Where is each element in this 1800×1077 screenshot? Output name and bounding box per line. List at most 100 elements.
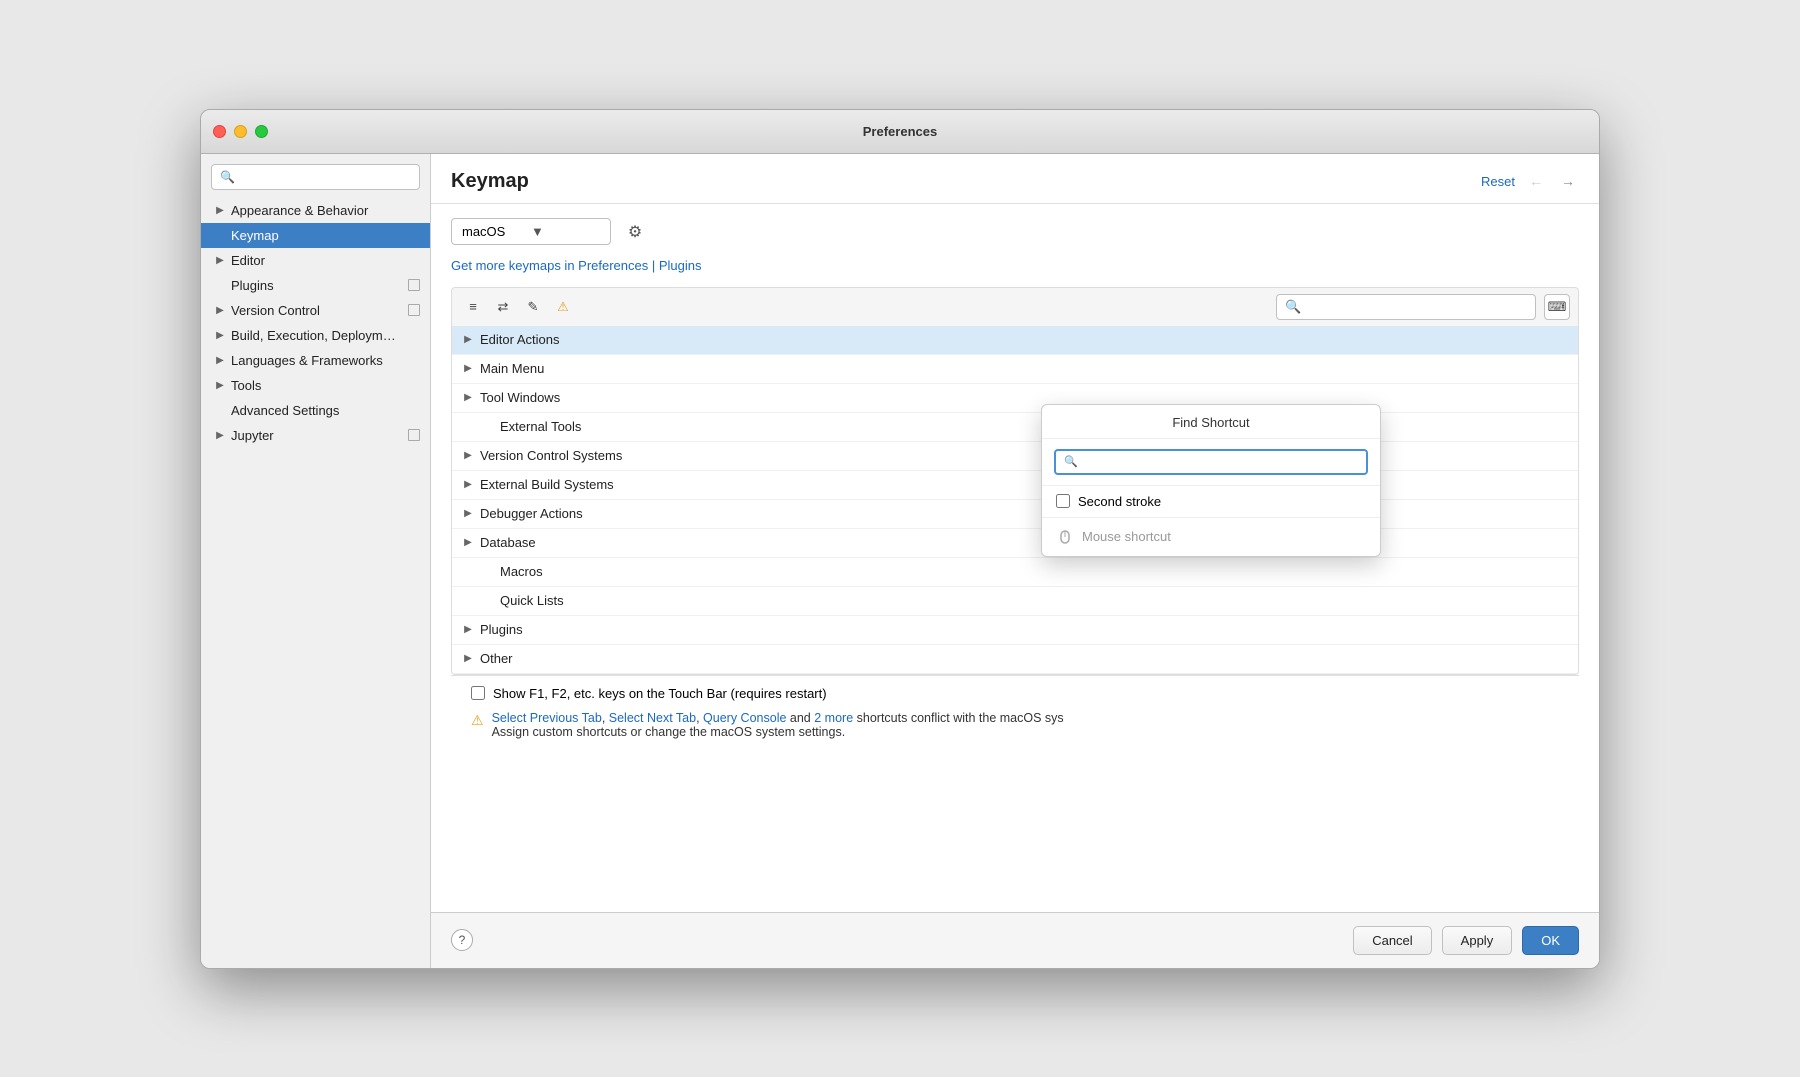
chevron-spacer [480, 564, 496, 580]
sidebar-item-keymap[interactable]: Keymap [201, 223, 430, 248]
tree-item-editor-actions[interactable]: ▶ Editor Actions [452, 326, 1578, 355]
chevron-right-icon: ▶ [213, 303, 227, 317]
sidebar-item-version-control[interactable]: ▶ Version Control [201, 298, 430, 323]
chevron-right-icon: ▶ [460, 361, 476, 377]
page-badge-icon [408, 304, 420, 316]
sidebar-item-jupyter[interactable]: ▶ Jupyter [201, 423, 430, 448]
mouse-icon [1056, 528, 1074, 546]
chevron-right-icon: ▶ [460, 622, 476, 638]
touchbar-checkbox[interactable] [471, 686, 485, 700]
cancel-button[interactable]: Cancel [1353, 926, 1431, 955]
chevron-spacer [213, 403, 227, 417]
sidebar-item-tools[interactable]: ▶ Tools [201, 373, 430, 398]
keymap-row: macOS ▼ ⚙ [451, 218, 1579, 246]
gear-button[interactable]: ⚙ [621, 218, 649, 246]
chevron-right-icon: ▶ [460, 448, 476, 464]
plugins-link[interactable]: Get more keymaps in Preferences | Plugin… [451, 258, 1579, 273]
expand-all-icon: ⇄ [498, 299, 509, 315]
sidebar-item-label: Plugins [231, 278, 404, 293]
sidebar-item-label: Jupyter [231, 428, 404, 443]
tree-item-plugins[interactable]: ▶ Plugins [452, 616, 1578, 645]
keymap-toolbar: ≡ ⇄ ✎ ⚠ 🔍 [451, 287, 1579, 326]
popup-search-field[interactable]: 🔍 [1054, 449, 1368, 475]
tree-item-label: External Tools [500, 419, 581, 434]
main-body: macOS ▼ ⚙ Get more keymaps in Preference… [431, 204, 1599, 912]
footer-left: ? [451, 929, 473, 951]
touchbar-label: Show F1, F2, etc. keys on the Touch Bar … [493, 686, 827, 701]
apply-button[interactable]: Apply [1442, 926, 1513, 955]
warning-link-more[interactable]: 2 more [814, 711, 853, 725]
preferences-window: Preferences ▶ Appearance & Behavior Keym… [200, 109, 1600, 969]
sidebar-item-label: Advanced Settings [231, 403, 420, 418]
tree-item-label: Debugger Actions [480, 506, 583, 521]
tree-item-debugger-actions[interactable]: ▶ Debugger Actions [452, 500, 1578, 529]
sidebar-item-label: Languages & Frameworks [231, 353, 420, 368]
ok-button[interactable]: OK [1522, 926, 1579, 955]
tree-item-label: Main Menu [480, 361, 544, 376]
footer-right: Cancel Apply OK [1353, 926, 1579, 955]
chevron-right-icon: ▶ [213, 428, 227, 442]
find-shortcut-icon: ⌨ [1548, 299, 1567, 315]
tree-item-tool-windows[interactable]: ▶ Tool Windows [452, 384, 1578, 413]
chevron-right-icon: ▶ [460, 506, 476, 522]
keymap-search-field[interactable]: 🔍 [1276, 294, 1536, 320]
mouse-shortcut-row[interactable]: Mouse shortcut [1042, 518, 1380, 556]
dropdown-arrow-icon: ▼ [531, 224, 600, 239]
warning-link-query-console[interactable]: Query Console [703, 711, 786, 725]
popup-search-input[interactable] [1082, 455, 1358, 469]
find-shortcut-button[interactable]: ⌨ [1544, 294, 1570, 320]
tree-item-other[interactable]: ▶ Other [452, 645, 1578, 674]
touchbar-checkbox-row: Show F1, F2, etc. keys on the Touch Bar … [471, 686, 1559, 701]
tree-item-macros[interactable]: Macros [452, 558, 1578, 587]
warning-row: ⚠ Select Previous Tab, Select Next Tab, … [471, 711, 1559, 739]
sidebar-item-editor[interactable]: ▶ Editor [201, 248, 430, 273]
close-button[interactable] [213, 125, 226, 138]
warning-link-select-next[interactable]: Select Next Tab [609, 711, 696, 725]
tree-item-label: Plugins [480, 622, 523, 637]
tree-item-main-menu[interactable]: ▶ Main Menu [452, 355, 1578, 384]
sidebar-item-appearance-behavior[interactable]: ▶ Appearance & Behavior [201, 198, 430, 223]
minimize-button[interactable] [234, 125, 247, 138]
help-button[interactable]: ? [451, 929, 473, 951]
sidebar-item-plugins[interactable]: Plugins [201, 273, 430, 298]
tree-item-label: Tool Windows [480, 390, 560, 405]
keymap-search-input[interactable] [1305, 300, 1527, 314]
chevron-right-icon: ▶ [213, 203, 227, 217]
second-stroke-checkbox[interactable] [1056, 494, 1070, 508]
warning-text: Select Previous Tab, Select Next Tab, Qu… [492, 711, 1064, 739]
keymap-dropdown[interactable]: macOS ▼ [451, 218, 611, 245]
warning-link-select-prev[interactable]: Select Previous Tab [492, 711, 602, 725]
tree-item-external-build-systems[interactable]: ▶ External Build Systems [452, 471, 1578, 500]
tree-item-label: Macros [500, 564, 543, 579]
sidebar-search-container [201, 154, 430, 198]
find-shortcut-popup: Find Shortcut 🔍 Second stroke [1041, 404, 1381, 557]
warning-connector: and [790, 711, 814, 725]
maximize-button[interactable] [255, 125, 268, 138]
sidebar-item-build-execution[interactable]: ▶ Build, Execution, Deploym… [201, 323, 430, 348]
warning-filter-button[interactable]: ⚠ [550, 296, 576, 318]
tree-item-external-tools[interactable]: External Tools [452, 413, 1578, 442]
reset-button[interactable]: Reset [1481, 174, 1515, 189]
tree-item-database[interactable]: ▶ Database [452, 529, 1578, 558]
forward-nav-button[interactable]: → [1557, 170, 1579, 192]
expand-all-button[interactable]: ⇄ [490, 296, 516, 318]
titlebar: Preferences [201, 110, 1599, 154]
warning-triangle-icon: ⚠ [557, 299, 569, 315]
back-nav-button[interactable]: ← [1525, 170, 1547, 192]
collapse-all-button[interactable]: ≡ [460, 296, 486, 318]
edit-shortcut-button[interactable]: ✎ [520, 296, 546, 318]
sidebar-item-languages-frameworks[interactable]: ▶ Languages & Frameworks [201, 348, 430, 373]
sidebar-item-advanced-settings[interactable]: Advanced Settings [201, 398, 430, 423]
page-badge-icon [408, 279, 420, 291]
tree-item-quick-lists[interactable]: Quick Lists [452, 587, 1578, 616]
chevron-right-icon: ▶ [460, 651, 476, 667]
sidebar: ▶ Appearance & Behavior Keymap ▶ Editor … [201, 154, 431, 968]
sidebar-item-label: Version Control [231, 303, 404, 318]
keymap-value: macOS [462, 224, 531, 239]
tree-item-version-control-systems[interactable]: ▶ Version Control Systems [452, 442, 1578, 471]
warning-triangle-icon: ⚠ [471, 712, 484, 729]
chevron-spacer [480, 593, 496, 609]
tree-item-label: External Build Systems [480, 477, 614, 492]
popup-search-area: 🔍 [1042, 439, 1380, 486]
sidebar-search-input[interactable] [211, 164, 420, 190]
